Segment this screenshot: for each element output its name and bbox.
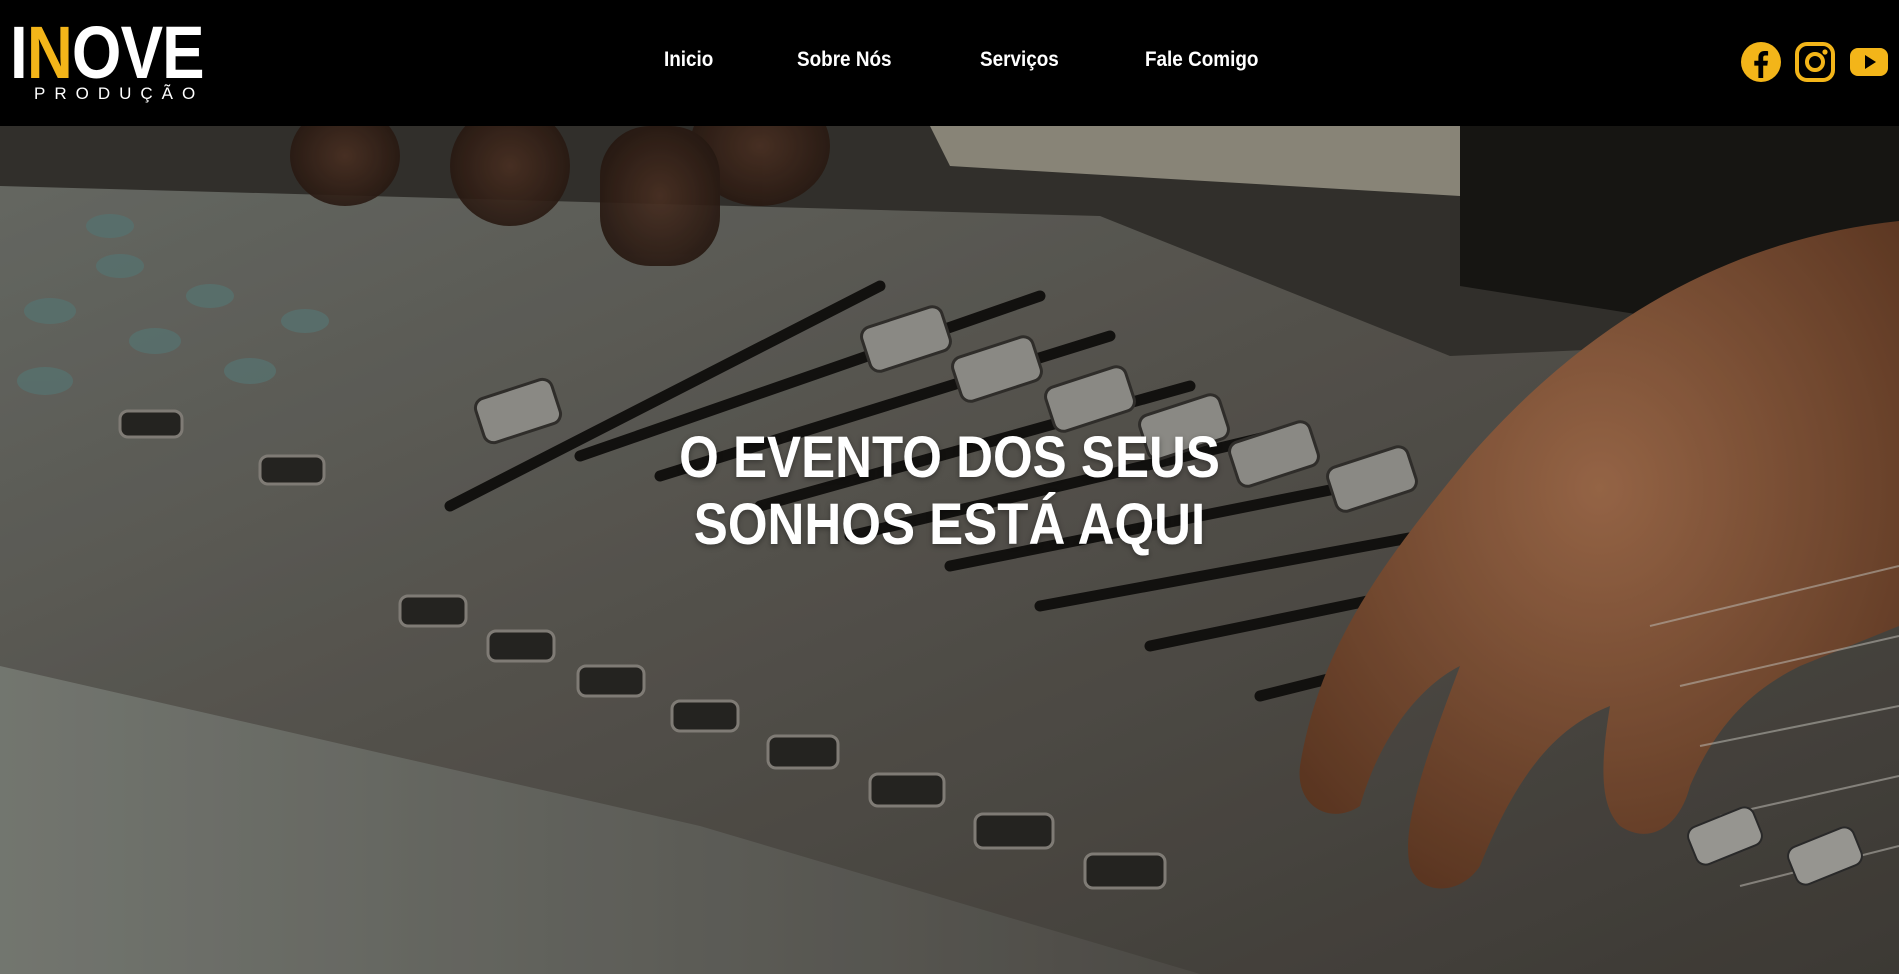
hero-title-line-1: O EVENTO DOS SEUS	[679, 425, 1220, 490]
brand-logo[interactable]: INOVE PRODUÇÃO	[10, 16, 205, 108]
instagram-icon[interactable]	[1795, 42, 1835, 82]
main-nav: Inicio Sobre Nós Serviços Fale Comigo	[664, 48, 1271, 72]
youtube-icon[interactable]	[1849, 42, 1889, 82]
nav-item-fale-comigo[interactable]: Fale Comigo	[1145, 48, 1258, 72]
hero-title: O EVENTO DOS SEUS SONHOS ESTÁ AQUI	[0, 424, 1899, 558]
hero-section: O EVENTO DOS SEUS SONHOS ESTÁ AQUI	[0, 126, 1899, 974]
facebook-icon[interactable]	[1741, 42, 1781, 82]
hero-title-line-2: SONHOS ESTÁ AQUI	[693, 492, 1206, 557]
nav-item-inicio[interactable]: Inicio	[664, 48, 713, 72]
nav-item-servicos[interactable]: Serviços	[980, 48, 1059, 72]
social-links	[1741, 42, 1889, 82]
site-header: INOVE PRODUÇÃO Inicio Sobre Nós Serviços…	[0, 0, 1899, 126]
logo-subtitle: PRODUÇÃO	[34, 84, 205, 103]
nav-item-sobre-nos[interactable]: Sobre Nós	[797, 48, 892, 72]
logo-wordmark: INOVE	[10, 11, 205, 94]
